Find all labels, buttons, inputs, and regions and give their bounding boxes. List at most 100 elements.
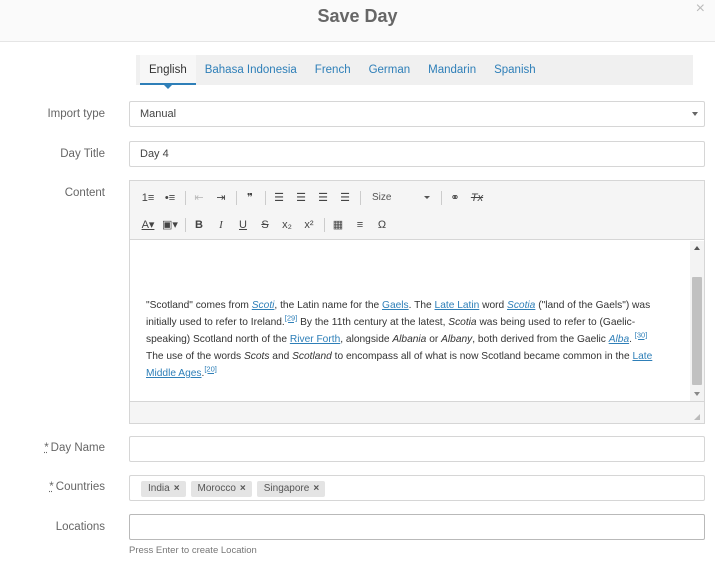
countries-multiselect[interactable]: India × Morocco × Singapore × — [129, 475, 705, 501]
increase-indent-icon[interactable]: ⇥ — [211, 188, 231, 208]
scroll-down-icon[interactable] — [694, 392, 700, 396]
scroll-up-icon[interactable] — [694, 246, 700, 250]
content-text-run: Albany — [441, 334, 473, 345]
underline-icon[interactable]: U — [233, 215, 253, 235]
align-center-icon[interactable]: ☰ — [291, 188, 311, 208]
remove-tag-icon[interactable]: × — [174, 483, 180, 494]
italic-icon[interactable]: I — [211, 215, 231, 235]
content-link[interactable]: Late Latin — [435, 300, 480, 311]
day-title-input[interactable]: Day 4 — [129, 141, 705, 167]
import-type-label: Import type — [47, 108, 105, 120]
content-text-run: Scotia — [448, 317, 477, 328]
content-link[interactable]: River Forth — [290, 334, 340, 345]
content-text-run: , alongside — [340, 334, 393, 345]
align-right-icon[interactable]: ☰ — [313, 188, 333, 208]
remove-tag-icon[interactable]: × — [313, 483, 319, 494]
dialog-title: Save Day — [317, 6, 398, 26]
citation-link[interactable]: [30] — [635, 331, 648, 340]
import-type-select[interactable]: Manual — [129, 101, 705, 127]
content-label: Content — [64, 187, 105, 199]
citation-link[interactable]: [20] — [204, 365, 217, 374]
font-size-select[interactable]: Size — [368, 188, 434, 208]
resize-grip-icon[interactable] — [694, 414, 700, 420]
content-text-run: or — [426, 334, 442, 345]
dialog-header: Save Day × — [0, 0, 715, 42]
decrease-indent-icon[interactable]: ⇤ — [189, 188, 209, 208]
strikethrough-icon[interactable]: S — [255, 215, 275, 235]
tab-german[interactable]: German — [360, 55, 420, 85]
editor-scrollbar[interactable] — [690, 241, 704, 401]
editor-statusbar — [130, 401, 704, 423]
content-text-run: By the 11th century at the latest, — [297, 317, 449, 328]
rich-text-editor: 1≡ •≡ ⇤ ⇥ ❞ ☰ ☰ ☰ ☰ Size ⚭ Tx A▾ ▣▾ B I … — [129, 180, 705, 424]
content-text-run: word — [479, 300, 508, 311]
editor-content-area[interactable]: "Scotland" comes from Scoti, the Latin n… — [130, 241, 704, 401]
bold-icon[interactable]: B — [189, 215, 209, 235]
numbered-list-icon[interactable]: 1≡ — [138, 188, 158, 208]
locations-hint: Press Enter to create Location — [129, 545, 257, 556]
toolbar-separator — [236, 191, 237, 205]
clear-format-icon[interactable]: Tx — [467, 188, 487, 208]
editor-toolbar: 1≡ •≡ ⇤ ⇥ ❞ ☰ ☰ ☰ ☰ Size ⚭ Tx A▾ ▣▾ B I … — [130, 181, 704, 240]
tab-bahasa-indonesia[interactable]: Bahasa Indonesia — [196, 55, 306, 85]
content-text-run: Scotland — [292, 351, 332, 362]
country-tag: Singapore × — [256, 481, 326, 497]
content-text-run: , the Latin name for the — [274, 300, 383, 311]
toolbar-separator — [360, 191, 361, 205]
toolbar-separator — [185, 191, 186, 205]
scrollbar-thumb[interactable] — [692, 277, 702, 385]
background-color-icon[interactable]: ▣▾ — [160, 215, 180, 235]
content-link[interactable]: Gaels — [382, 300, 409, 311]
content-text-run: "Scotland" comes from — [146, 300, 252, 311]
content-text-run: Albania — [392, 334, 427, 345]
language-tabs: English Bahasa Indonesia French German Manda… — [136, 55, 693, 89]
text-color-icon[interactable]: A▾ — [138, 215, 158, 235]
content-text-run: to encompass all of what is now Scotland… — [331, 351, 633, 362]
special-char-icon[interactable]: Ω — [372, 215, 392, 235]
toolbar-separator — [441, 191, 442, 205]
day-name-input[interactable] — [129, 436, 705, 462]
chevron-down-icon — [692, 112, 698, 116]
bulleted-list-icon[interactable]: •≡ — [160, 188, 180, 208]
tab-mandarin[interactable]: Mandarin — [419, 55, 485, 85]
content-text-run: The use of the words — [146, 351, 244, 362]
align-justify-icon[interactable]: ☰ — [335, 188, 355, 208]
tab-spanish[interactable]: Spanish — [485, 55, 545, 85]
import-type-value: Manual — [140, 108, 177, 120]
remove-tag-icon[interactable]: × — [240, 483, 246, 494]
superscript-icon[interactable]: x² — [299, 215, 319, 235]
toolbar-row-2: A▾ ▣▾ B I U S x₂ x² ▦ ≡ Ω — [138, 214, 394, 236]
tab-english[interactable]: English — [140, 55, 196, 89]
required-mark: * — [44, 442, 49, 454]
content-link[interactable]: Alba — [609, 334, 629, 345]
country-tag-label: India — [148, 483, 170, 494]
editor-content-text[interactable]: "Scotland" comes from Scoti, the Latin n… — [146, 297, 666, 382]
toolbar-separator — [265, 191, 266, 205]
country-tag-label: Singapore — [263, 483, 310, 494]
day-title-label: Day Title — [60, 148, 105, 160]
country-tag-label: Morocco — [197, 483, 236, 494]
close-icon[interactable]: × — [696, 0, 705, 18]
country-tag: Morocco × — [190, 481, 252, 497]
content-link[interactable]: Scotia — [507, 300, 535, 311]
required-mark: * — [49, 481, 54, 493]
blockquote-icon[interactable]: ❞ — [240, 188, 260, 208]
content-text-run: and — [269, 351, 293, 362]
content-text-run: , both derived from the Gaelic — [472, 334, 609, 345]
locations-label: Locations — [55, 521, 105, 533]
toolbar-row-1: 1≡ •≡ ⇤ ⇥ ❞ ☰ ☰ ☰ ☰ Size ⚭ Tx — [138, 187, 489, 209]
citation-link[interactable]: [29] — [285, 314, 298, 323]
toolbar-separator — [185, 218, 186, 232]
toolbar-separator — [324, 218, 325, 232]
content-text-run: Scots — [243, 351, 270, 362]
link-icon[interactable]: ⚭ — [445, 188, 465, 208]
tab-french[interactable]: French — [306, 55, 360, 85]
subscript-icon[interactable]: x₂ — [277, 215, 297, 235]
table-icon[interactable]: ▦ — [328, 215, 348, 235]
content-text-run: . The — [408, 300, 435, 311]
horizontal-line-icon[interactable]: ≡ — [350, 215, 370, 235]
content-link[interactable]: Scoti — [252, 300, 275, 311]
align-left-icon[interactable]: ☰ — [269, 188, 289, 208]
countries-label: * Countries — [49, 481, 105, 493]
locations-input[interactable] — [129, 514, 705, 540]
